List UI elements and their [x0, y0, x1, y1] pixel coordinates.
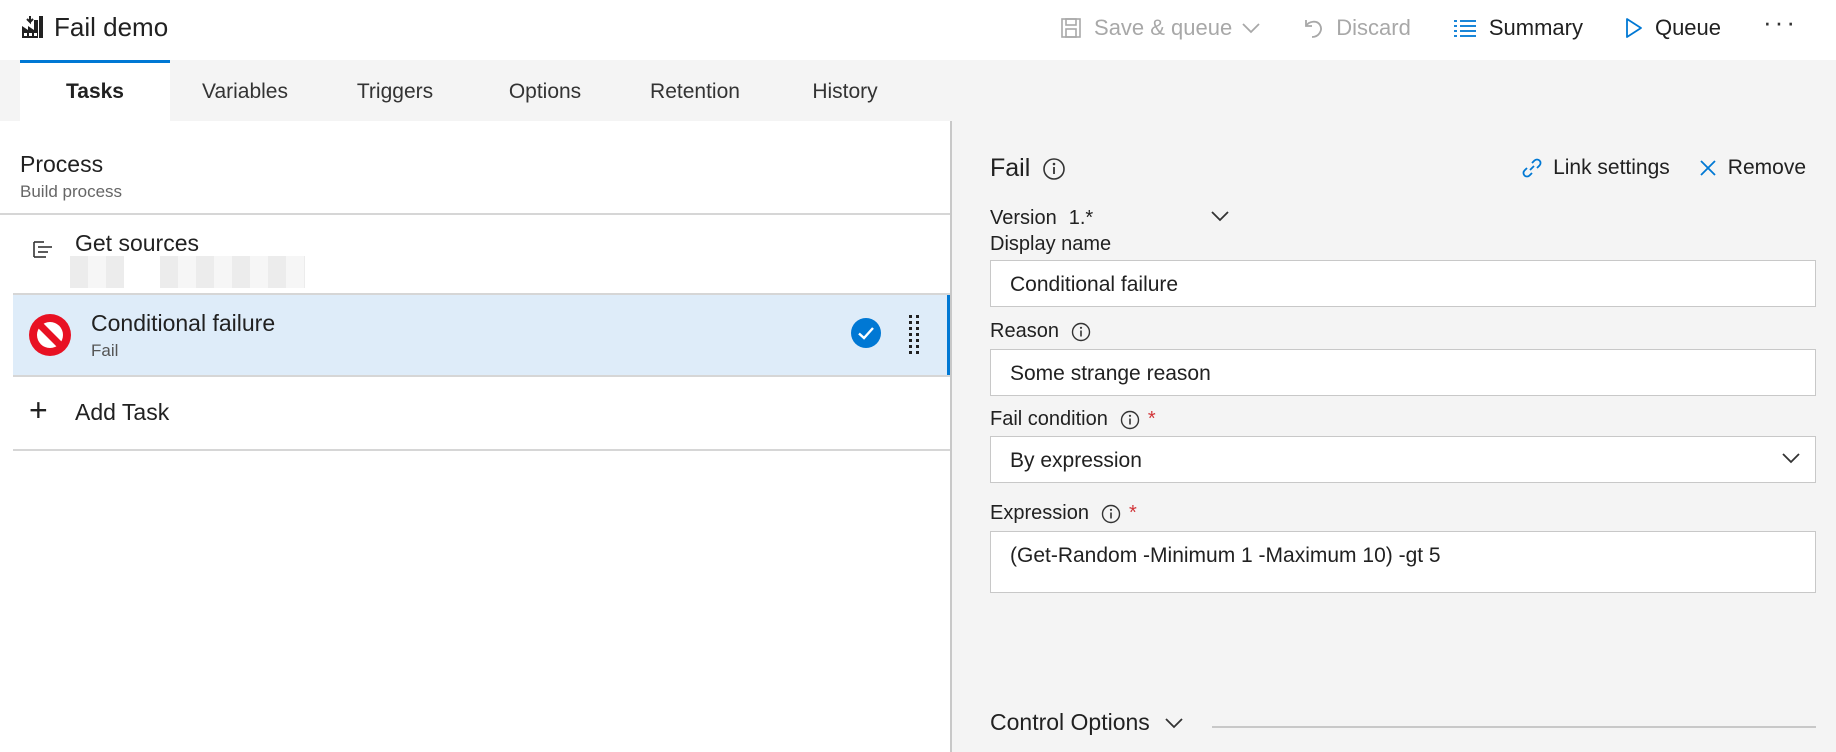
- info-icon[interactable]: [1101, 504, 1121, 524]
- tab-triggers[interactable]: Triggers: [330, 60, 460, 121]
- tab-variables[interactable]: Variables: [180, 60, 310, 121]
- expression-label: Expression *: [990, 502, 1137, 525]
- page-title: Fail demo: [54, 11, 169, 42]
- process-header[interactable]: Process Build process: [20, 151, 122, 202]
- control-options-label: Control Options: [990, 709, 1150, 735]
- save-queue-label: Save & queue: [1094, 15, 1233, 40]
- required-marker: *: [1128, 502, 1137, 524]
- task-detail-pane: Fail Link settings Remove Version 1.* Di…: [952, 121, 1836, 752]
- version-row: Version 1.*: [990, 207, 1093, 230]
- task-row[interactable]: Conditional failure Fail: [13, 295, 950, 375]
- required-marker: *: [1147, 408, 1156, 430]
- display-name-label: Display name: [990, 233, 1111, 256]
- chevron-down-icon: [1782, 453, 1800, 464]
- drag-handle-icon[interactable]: [907, 313, 921, 357]
- tab-options[interactable]: Options: [480, 60, 610, 121]
- info-icon[interactable]: [1120, 410, 1140, 430]
- expression-field[interactable]: (Get-Random -Minimum 1 -Maximum 10) -gt …: [990, 531, 1816, 593]
- redacted-branch: [160, 256, 305, 288]
- version-dropdown-chevron-icon[interactable]: [1210, 209, 1230, 223]
- process-pane: Process Build process Get sources Condit…: [0, 121, 950, 752]
- display-name-field[interactable]: Conditional failure: [990, 260, 1816, 307]
- remove-button[interactable]: Remove: [1698, 156, 1806, 180]
- reason-label-text: Reason: [990, 320, 1059, 342]
- tab-tasks[interactable]: Tasks: [20, 60, 170, 121]
- section-divider: [1212, 726, 1816, 728]
- tab-history[interactable]: History: [780, 60, 910, 121]
- discard-label: Discard: [1336, 15, 1411, 40]
- add-task-label: Add Task: [75, 399, 170, 425]
- task-detail-title-text: Fail: [990, 154, 1031, 182]
- source-tree-icon: [33, 241, 52, 258]
- save-icon: [1061, 18, 1081, 38]
- fail-condition-value: By expression: [1010, 449, 1142, 472]
- redacted-repo: [70, 256, 124, 288]
- fail-condition-label: Fail condition *: [990, 408, 1156, 431]
- summary-button[interactable]: Summary: [1453, 6, 1583, 50]
- check-circle-icon: [851, 318, 881, 348]
- add-task-button[interactable]: + Add Task: [13, 377, 950, 449]
- control-options-toggle[interactable]: Control Options: [990, 709, 1184, 736]
- pipeline-title-area: Fail demo: [20, 10, 168, 44]
- discard-button[interactable]: Discard: [1302, 6, 1411, 50]
- chevron-down-icon: [1242, 23, 1260, 34]
- close-icon: [1700, 160, 1716, 176]
- queue-label: Queue: [1654, 15, 1722, 40]
- play-icon: [1626, 18, 1642, 38]
- info-icon[interactable]: [1042, 157, 1066, 181]
- fail-condition-select[interactable]: By expression: [990, 436, 1816, 483]
- tab-bar: Tasks Variables Triggers Options Retenti…: [0, 60, 1836, 121]
- queue-button[interactable]: Queue: [1625, 6, 1721, 50]
- expression-label-text: Expression: [990, 502, 1089, 524]
- get-sources-label: Get sources: [75, 230, 199, 256]
- tab-retention[interactable]: Retention: [630, 60, 760, 121]
- fail-condition-label-text: Fail condition: [990, 408, 1108, 430]
- task-actions: Link settings Remove: [1493, 156, 1806, 180]
- undo-icon: [1305, 20, 1323, 38]
- get-sources-row[interactable]: Get sources: [13, 215, 950, 295]
- task-detail-title: Fail: [990, 154, 1066, 183]
- fail-task-icon: [29, 314, 71, 356]
- link-settings-button[interactable]: Link settings: [1521, 156, 1670, 180]
- more-actions-button[interactable]: ···: [1763, 7, 1798, 38]
- save-queue-button[interactable]: Save & queue: [1060, 6, 1260, 50]
- display-name-label-text: Display name: [990, 233, 1112, 255]
- version-label: Version: [990, 207, 1057, 229]
- reason-label: Reason: [990, 320, 1091, 343]
- process-title: Process: [20, 151, 104, 177]
- task-name: Conditional failure: [91, 310, 276, 336]
- plus-icon: +: [29, 392, 48, 428]
- header: Fail demo Save & queue Discard Summary Q…: [0, 0, 1836, 56]
- link-icon: [1522, 158, 1542, 178]
- divider: [13, 449, 950, 451]
- reason-field[interactable]: Some strange reason: [990, 349, 1816, 396]
- build-pipeline-icon: [22, 16, 43, 38]
- chevron-down-icon: [1165, 717, 1183, 728]
- version-value: 1.*: [1068, 207, 1094, 229]
- list-icon: [1453, 20, 1476, 37]
- remove-label: Remove: [1727, 156, 1806, 179]
- summary-label: Summary: [1488, 15, 1583, 40]
- task-type: Fail: [91, 341, 119, 360]
- toolbar: Save & queue Discard Summary Queue ···: [1060, 6, 1836, 50]
- process-subtitle: Build process: [20, 182, 123, 201]
- info-icon[interactable]: [1071, 322, 1091, 342]
- link-settings-label: Link settings: [1553, 156, 1670, 179]
